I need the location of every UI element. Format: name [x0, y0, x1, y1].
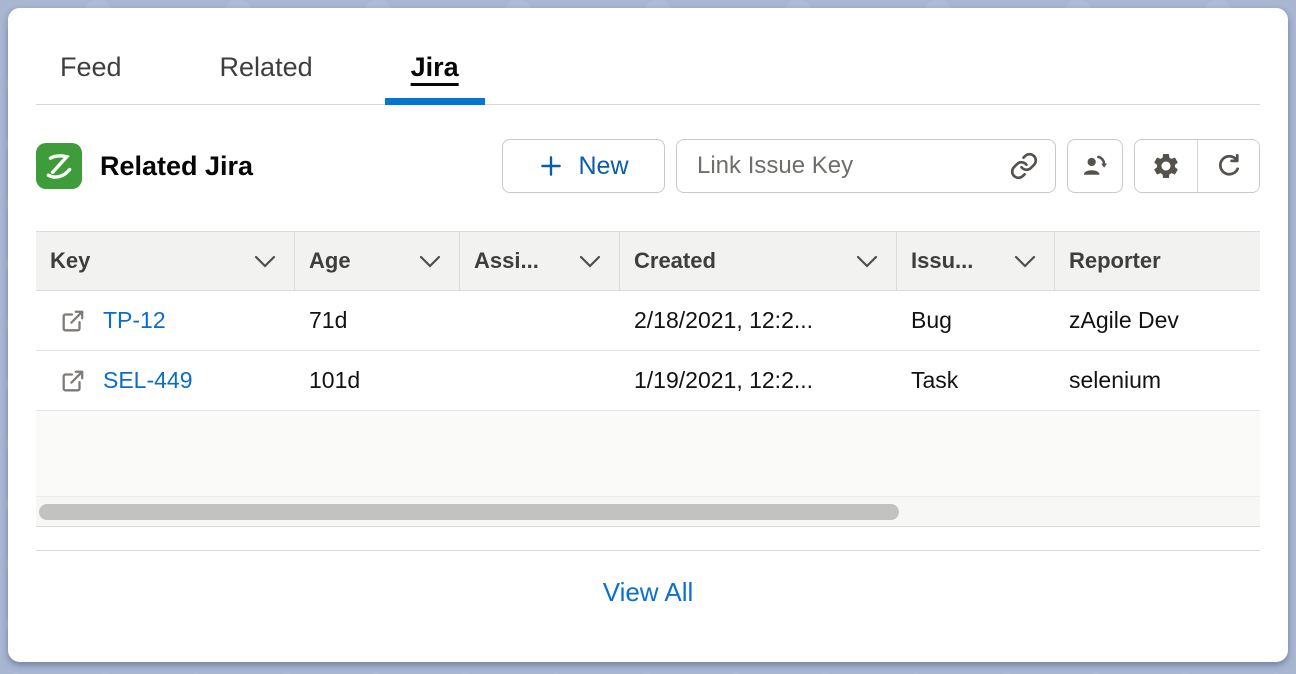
column-header-created[interactable]: Created	[620, 232, 897, 290]
view-all-link[interactable]: View All	[603, 577, 694, 607]
issue-type-cell: Task	[897, 351, 1055, 410]
refresh-icon	[1214, 151, 1244, 181]
column-header-reporter[interactable]: Reporter	[1055, 232, 1260, 290]
issue-key-link[interactable]: SEL-449	[103, 367, 193, 394]
assignee-cell	[460, 291, 620, 350]
created-cell: 1/19/2021, 12:2...	[620, 351, 897, 410]
user-sync-icon	[1079, 150, 1111, 182]
gear-icon	[1151, 151, 1181, 181]
tab-feed[interactable]: Feed	[60, 52, 122, 105]
column-header-issue-type[interactable]: Issu...	[897, 232, 1055, 290]
related-jira-panel: Feed Related Jira Related Jira New	[8, 8, 1288, 662]
table-row[interactable]: SEL-449 101d 1/19/2021, 12:2... Task sel…	[36, 351, 1260, 411]
age-cell: 101d	[295, 351, 460, 410]
chevron-down-icon	[856, 255, 878, 268]
tab-jira[interactable]: Jira	[411, 52, 459, 105]
age-cell: 71d	[295, 291, 460, 350]
column-header-assignee[interactable]: Assi...	[460, 232, 620, 290]
table-row[interactable]: TP-12 71d 2/18/2021, 12:2... Bug zAgile …	[36, 291, 1260, 351]
chevron-down-icon	[254, 255, 276, 268]
issue-key-link[interactable]: TP-12	[103, 307, 166, 334]
link-issue-key-box	[676, 139, 1056, 193]
chevron-down-icon	[579, 255, 601, 268]
settings-button[interactable]	[1135, 140, 1197, 192]
assignee-cell	[460, 351, 620, 410]
jira-issues-table: Key Age Assi... Created Issu... Reporter	[36, 231, 1260, 527]
new-button[interactable]: New	[502, 139, 665, 193]
tab-related[interactable]: Related	[220, 52, 313, 105]
external-link-icon[interactable]	[60, 368, 86, 394]
issue-type-cell: Bug	[897, 291, 1055, 350]
reporter-cell: zAgile Dev	[1055, 291, 1260, 350]
column-header-age[interactable]: Age	[295, 232, 460, 290]
header-actions: New	[502, 139, 1260, 193]
chevron-down-icon	[1014, 255, 1036, 268]
refresh-button[interactable]	[1197, 140, 1259, 192]
horizontal-scrollbar[interactable]	[36, 497, 1260, 527]
settings-refresh-group	[1134, 139, 1260, 193]
table-empty-area	[36, 411, 1260, 497]
panel-header: Related Jira New	[8, 139, 1288, 193]
external-link-icon[interactable]	[60, 308, 86, 334]
tab-bar: Feed Related Jira	[8, 8, 1288, 105]
zagile-logo	[36, 143, 82, 189]
user-sync-button[interactable]	[1067, 139, 1123, 193]
chevron-down-icon	[419, 255, 441, 268]
new-button-label: New	[578, 152, 628, 181]
link-issue-key-input[interactable]	[697, 152, 1009, 180]
reporter-cell: selenium	[1055, 351, 1260, 410]
table-header-row: Key Age Assi... Created Issu... Reporter	[36, 231, 1260, 291]
panel-title: Related Jira	[100, 151, 253, 182]
key-cell: TP-12	[36, 291, 295, 350]
column-header-key[interactable]: Key	[36, 232, 295, 290]
plus-icon	[538, 153, 564, 179]
link-chain-icon[interactable]	[1009, 151, 1039, 181]
key-cell: SEL-449	[36, 351, 295, 410]
panel-footer: View All	[8, 551, 1288, 608]
created-cell: 2/18/2021, 12:2...	[620, 291, 897, 350]
scrollbar-thumb[interactable]	[39, 504, 899, 520]
